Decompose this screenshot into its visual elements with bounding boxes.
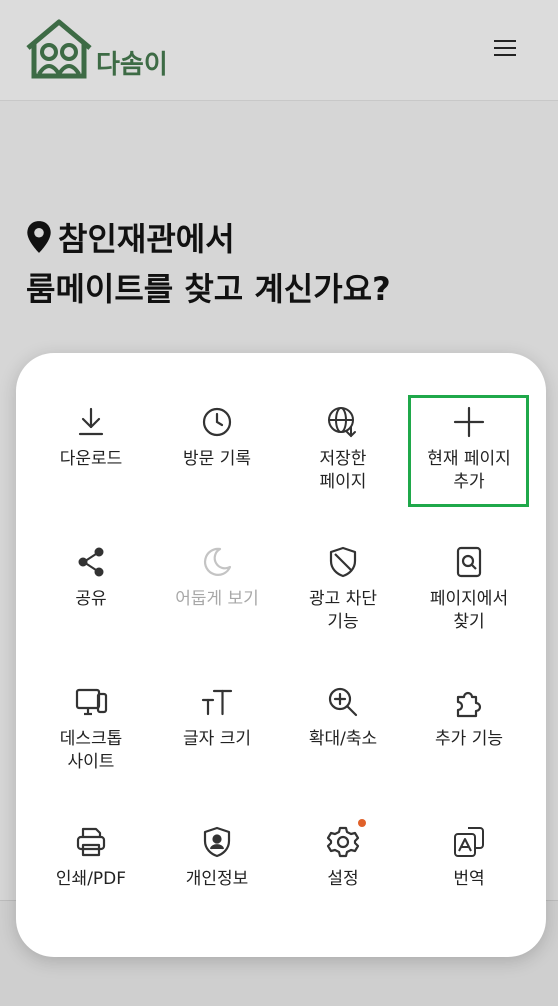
menu-item-label: 공유 (75, 589, 107, 609)
menu-item-label: 저장한 페이지 (319, 449, 367, 492)
shield-icon (326, 545, 360, 579)
printer-icon (74, 825, 108, 859)
location-pin-icon (27, 221, 51, 253)
puzzle-icon (452, 685, 486, 719)
menu-item-history[interactable]: 방문 기록 (158, 405, 276, 471)
menu-item-label: 확대/축소 (308, 729, 378, 749)
house-logo-icon (26, 19, 92, 79)
menu-item-label: 페이지에서 찾기 (429, 589, 509, 632)
menu-item-settings[interactable]: 설정 (284, 819, 402, 891)
desktop-icon (74, 685, 108, 719)
notification-badge (358, 819, 366, 827)
clock-icon (200, 405, 234, 439)
menu-item-ad-block[interactable]: 광고 차단 기능 (284, 545, 402, 634)
text-size-icon (200, 685, 234, 719)
hamburger-menu-button[interactable] (494, 40, 516, 58)
hero-heading: 참인재관에서 룸메이트를 찾고 계신가요? (26, 214, 546, 314)
menu-item-label: 어둡게 보기 (175, 589, 259, 609)
menu-item-label: 개인정보 (185, 869, 249, 889)
hamburger-line (494, 40, 516, 42)
menu-item-label: 방문 기록 (183, 449, 251, 469)
menu-item-label: 다운로드 (59, 449, 123, 469)
menu-item-label: 번역 (453, 869, 485, 889)
menu-item-dark-mode[interactable]: 어둡게 보기 (158, 545, 276, 611)
privacy-shield-icon (200, 825, 234, 859)
gear-icon (326, 819, 366, 859)
menu-item-label: 글자 크기 (183, 729, 251, 749)
menu-item-privacy[interactable]: 개인정보 (158, 825, 276, 891)
browser-menu-panel: 다운로드 방문 기록 저장한 페이지 현재 페이지 추가 공유 어둡게 보기 광… (16, 353, 546, 957)
menu-item-label: 광고 차단 기능 (309, 589, 377, 632)
download-icon (74, 405, 108, 439)
menu-item-find-in-page[interactable]: 페이지에서 찾기 (410, 545, 528, 634)
menu-item-download[interactable]: 다운로드 (32, 405, 150, 471)
menu-item-zoom[interactable]: 확대/축소 (284, 685, 402, 751)
hamburger-line (494, 54, 516, 56)
menu-item-desktop-site[interactable]: 데스크톱 사이트 (32, 685, 150, 774)
share-icon (74, 545, 108, 579)
hero-line-2: 룸메이트를 찾고 계신가요? (26, 270, 391, 308)
site-header: 다솜이 (0, 0, 558, 101)
menu-item-label: 추가 기능 (435, 729, 503, 749)
site-logo[interactable]: 다솜이 (24, 18, 184, 82)
menu-item-label: 설정 (327, 869, 359, 889)
translate-icon (452, 825, 486, 859)
brand-name: 다솜이 (96, 50, 168, 80)
find-in-page-icon (452, 545, 486, 579)
menu-item-extensions[interactable]: 추가 기능 (410, 685, 528, 751)
menu-item-label: 인쇄/PDF (55, 869, 127, 889)
menu-item-saved-pages[interactable]: 저장한 페이지 (284, 405, 402, 494)
zoom-icon (326, 685, 360, 719)
highlight-box (408, 395, 529, 507)
menu-item-translate[interactable]: 번역 (410, 825, 528, 891)
hero-line-1: 참인재관에서 (58, 220, 235, 258)
saved-globe-icon (326, 405, 360, 439)
menu-item-text-size[interactable]: 글자 크기 (158, 685, 276, 751)
menu-item-label: 데스크톱 사이트 (59, 729, 123, 772)
hamburger-line (494, 47, 516, 49)
menu-item-share[interactable]: 공유 (32, 545, 150, 611)
menu-item-print[interactable]: 인쇄/PDF (32, 825, 150, 891)
moon-icon (200, 545, 234, 579)
